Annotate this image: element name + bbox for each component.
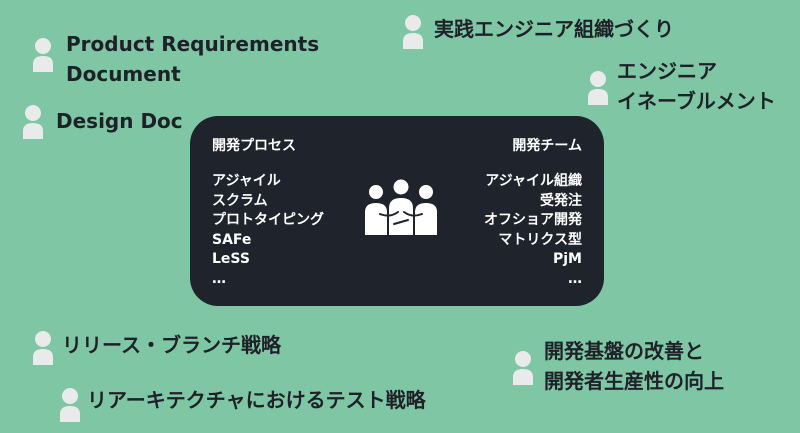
list-item: … xyxy=(212,270,226,287)
list-item: … xyxy=(568,270,582,287)
topic-label-line: エンジニア xyxy=(617,59,717,83)
topic-label: Product Requirements Document xyxy=(66,29,319,89)
topic-label: エンジニア イネーブルメント xyxy=(617,56,776,116)
topic-product-requirements: Product Requirements Document xyxy=(30,32,319,89)
topic-label-line: Document xyxy=(66,62,181,86)
person-icon xyxy=(57,387,83,423)
topic-label-line: イネーブルメント xyxy=(617,89,776,113)
list-item: スクラム xyxy=(212,192,268,209)
list-item: アジャイル xyxy=(212,173,281,189)
central-panel: 開発プロセス アジャイルスクラムプロトタイピング SAFe LeSS … 開発チーム … xyxy=(190,116,604,306)
person-icon xyxy=(30,330,56,366)
topic-release-branch: リリース・ブランチ戦略 xyxy=(30,330,281,366)
topic-practical-org: 実践エンジニア組織づくり xyxy=(400,14,674,50)
list-item: SAFe xyxy=(212,231,252,248)
topic-label: リアーキテクチャにおけるテスト戦略 xyxy=(87,388,426,412)
dev-team-column: 開発チーム アジャイル組織受発注オフショア開発マトリクス型 PjM … xyxy=(484,136,582,289)
person-icon xyxy=(30,37,56,73)
dev-process-column: 開発プロセス アジャイルスクラムプロトタイピング SAFe LeSS … xyxy=(212,136,324,289)
topic-label: 実践エンジニア組織づくり xyxy=(434,17,674,41)
dev-process-title: 開発プロセス xyxy=(212,138,296,154)
topic-label-line: 開発基盤の改善と xyxy=(544,339,704,363)
topic-label: Design Doc xyxy=(56,109,183,133)
topic-label: 開発基盤の改善と 開発者生産性の向上 xyxy=(544,336,724,396)
topic-label: リリース・ブランチ戦略 xyxy=(62,333,281,357)
topic-architecture-test: リアーキテクチャにおけるテスト戦略 xyxy=(57,387,426,423)
topic-label-line: Product Requirements xyxy=(66,32,320,56)
dev-team-title: 開発チーム xyxy=(512,138,582,154)
person-icon xyxy=(510,350,536,386)
list-item: アジャイル組織 xyxy=(485,173,582,189)
list-item: マトリクス型 xyxy=(498,231,582,248)
person-icon xyxy=(20,104,46,140)
list-item: オフショア開発 xyxy=(484,212,582,228)
topic-dev-foundation: 開発基盤の改善と 開発者生産性の向上 xyxy=(510,339,724,396)
topic-label-line: 開発者生産性の向上 xyxy=(544,369,724,393)
list-item: LeSS xyxy=(212,251,250,267)
topic-enablement: エンジニア イネーブルメント xyxy=(585,59,776,116)
person-icon xyxy=(400,14,426,50)
dev-team-list: アジャイル組織受発注オフショア開発マトリクス型 PjM … xyxy=(484,172,582,289)
team-icon xyxy=(363,178,439,237)
topic-design-doc: Design Doc xyxy=(20,104,183,140)
person-icon xyxy=(585,70,611,106)
dev-process-list: アジャイルスクラムプロトタイピング SAFe LeSS … xyxy=(212,172,324,289)
list-item: 受発注 xyxy=(540,192,582,209)
list-item: プロトタイピング xyxy=(212,212,324,228)
list-item: PjM xyxy=(553,251,582,267)
